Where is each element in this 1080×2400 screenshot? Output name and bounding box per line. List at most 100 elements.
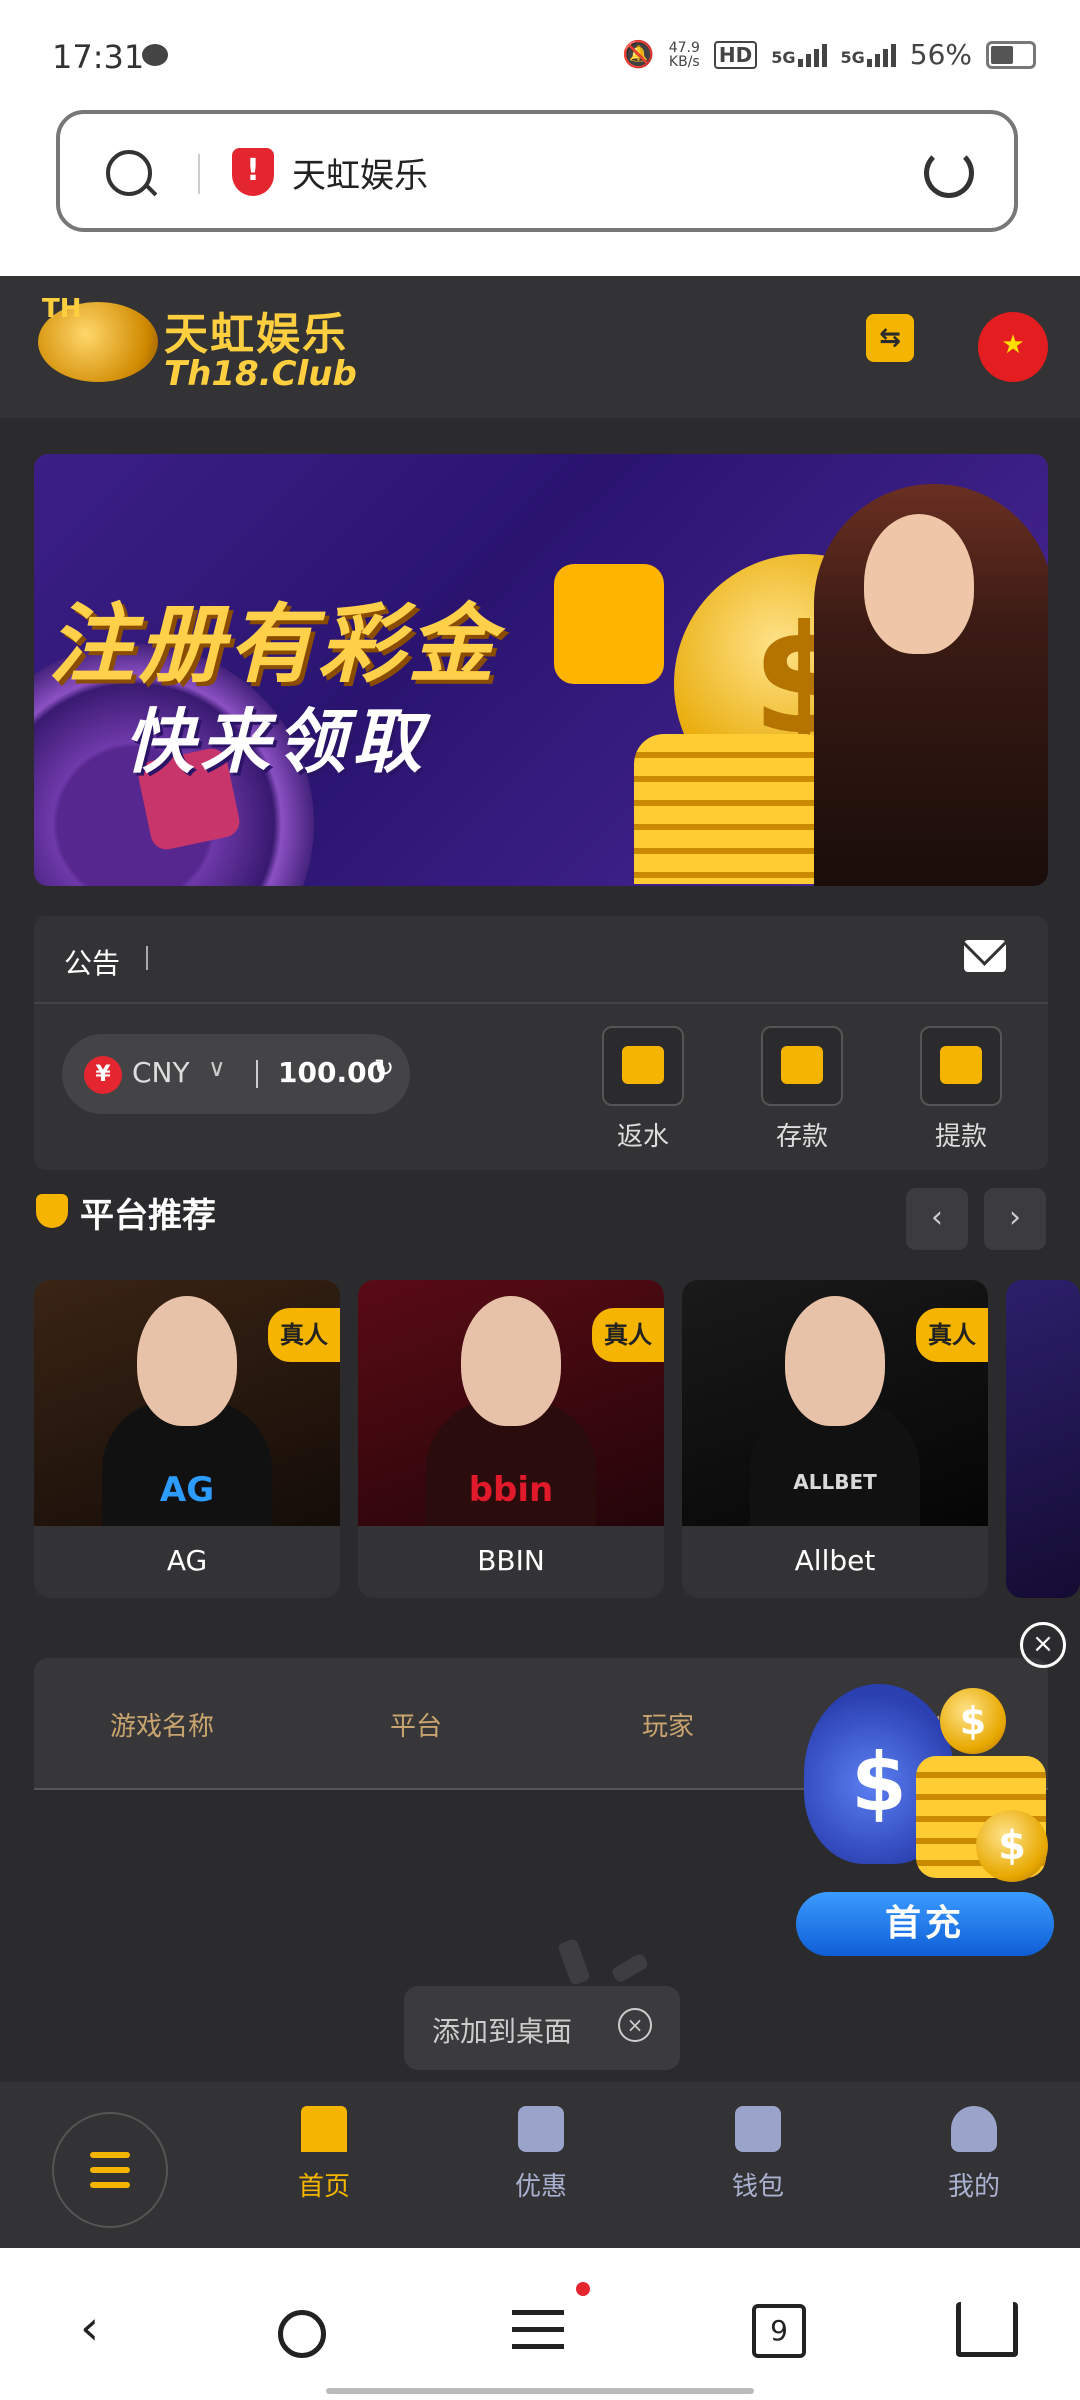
back-icon[interactable]: ‹: [80, 2300, 99, 2356]
mail-icon[interactable]: [964, 940, 1006, 972]
refresh-balance-icon[interactable]: ↻: [374, 1054, 394, 1082]
platform-section-title: 平台推荐: [80, 1196, 216, 1236]
security-warning-icon[interactable]: !: [232, 148, 274, 196]
withdraw-button[interactable]: [920, 1026, 1002, 1106]
battery-icon: [986, 40, 1036, 69]
announcement-bar[interactable]: 公告: [34, 916, 1048, 1002]
cny-currency-icon: ¥: [84, 1056, 122, 1094]
app-header: TH 天虹娱乐 Th18.Club ⇆ ★: [0, 276, 1080, 418]
withdraw-label[interactable]: 提款: [901, 1116, 1021, 1153]
deposit-icon: [781, 1046, 823, 1084]
withdraw-icon: [940, 1046, 982, 1084]
column-platform: 平台: [390, 1712, 443, 1742]
coin-stack-graphic: [634, 734, 834, 884]
banner-headline: 注册有彩金: [48, 595, 498, 695]
status-bar: 17:31 🔕 47.9 KB/s HD 5G 5G 56%: [0, 0, 1080, 105]
nav-wallet-label: 钱包: [731, 2172, 784, 2202]
column-player: 玩家: [642, 1712, 695, 1742]
app-bottom-nav: 首页 优惠 钱包 我的: [0, 2082, 1080, 2248]
status-indicators: 🔕 47.9 KB/s HD 5G 5G 56%: [622, 38, 1036, 71]
mute-icon: 🔕: [622, 39, 655, 70]
signal-5g-icon-2: 5G: [841, 43, 896, 67]
carousel-next-button[interactable]: ›: [984, 1188, 1046, 1250]
rebate-button[interactable]: [602, 1026, 684, 1106]
search-icon-bottom[interactable]: [278, 2310, 326, 2358]
rebate-icon: [622, 1046, 664, 1084]
wallet-icon: [735, 2106, 781, 2152]
home-icon-bottom[interactable]: [956, 2302, 1018, 2357]
balance-divider: [256, 1060, 258, 1088]
app-content: TH 天虹娱乐 Th18.Club ⇆ ★ $ 注册有彩金 快来领取 公告 ¥ …: [0, 276, 1080, 2248]
banner-subheadline: 快来领取: [124, 701, 428, 783]
dealer-face: [785, 1296, 885, 1426]
search-icon[interactable]: [106, 150, 152, 196]
dollar-coin-icon-2: $: [976, 1810, 1048, 1882]
platform-card-bbin[interactable]: bbin 真人 BBIN: [358, 1280, 664, 1598]
address-bar[interactable]: ! 天虹娱乐: [56, 110, 1018, 232]
platform-name: Allbet: [794, 1544, 876, 1577]
live-badge: 真人: [268, 1308, 340, 1362]
gesture-bar[interactable]: [326, 2388, 754, 2394]
platform-card-ag[interactable]: AG 真人 AG: [34, 1280, 340, 1598]
language-flag-cn-icon[interactable]: ★: [978, 312, 1048, 382]
battery-percent: 56%: [909, 38, 972, 71]
logo-tag: TH: [42, 294, 82, 324]
nav-promotions-label: 优惠: [514, 2172, 567, 2202]
menu-icon[interactable]: [512, 2310, 564, 2349]
deposit-button[interactable]: [761, 1026, 843, 1106]
platform-card-partial[interactable]: [1006, 1280, 1080, 1598]
browser-bottom-bar: ‹ 9: [0, 2248, 1080, 2400]
hd-icon: HD: [713, 40, 758, 69]
platform-section-icon: [36, 1194, 68, 1228]
status-time: 17:31: [52, 38, 145, 76]
loading-spinner-icon: [557, 1937, 591, 1987]
tabs-count-button[interactable]: 9: [752, 2304, 806, 2358]
net-speed: 47.9 KB/s: [668, 39, 700, 70]
wallet-panel: ¥ CNY ∨ 100.00 ↻ 返水 存款 提款: [34, 1002, 1048, 1170]
currency-balance-pill[interactable]: ¥ CNY ∨ 100.00 ↻: [62, 1034, 410, 1114]
menu-button[interactable]: [52, 2112, 168, 2228]
live-badge: 真人: [916, 1308, 988, 1362]
rebate-label[interactable]: 返水: [583, 1116, 703, 1153]
deposit-label[interactable]: 存款: [742, 1116, 862, 1153]
gift-icon: [518, 2106, 564, 2152]
add-to-desktop-toast[interactable]: 添加到桌面 ×: [404, 1986, 680, 2070]
dealer-face: [461, 1296, 561, 1426]
model-face-graphic: [864, 514, 974, 654]
column-game-name: 游戏名称: [110, 1712, 215, 1742]
site-title[interactable]: 天虹娱乐: [292, 148, 428, 197]
platform-logo: ALLBET: [793, 1470, 877, 1494]
nav-home[interactable]: 首页: [264, 2106, 384, 2203]
user-icon: [951, 2106, 997, 2152]
nav-promotions[interactable]: 优惠: [481, 2106, 601, 2203]
brand-name-en: Th18.Club: [164, 354, 357, 394]
platform-name: BBIN: [477, 1544, 545, 1577]
dealer-face: [137, 1296, 237, 1426]
platform-logo: AG: [159, 1470, 215, 1510]
home-icon: [301, 2106, 347, 2152]
bonus-card-graphic: [554, 564, 664, 684]
nav-profile-label: 我的: [947, 2172, 1000, 2202]
close-promo-icon[interactable]: ×: [1020, 1622, 1066, 1668]
carousel-prev-button[interactable]: ‹: [906, 1188, 968, 1250]
promo-banner[interactable]: $ 注册有彩金 快来领取: [34, 454, 1048, 886]
toast-text[interactable]: 添加到桌面: [432, 2010, 572, 2050]
currency-code: CNY: [132, 1056, 190, 1089]
share-icon[interactable]: ⇆: [866, 314, 914, 362]
reload-icon[interactable]: [924, 148, 974, 198]
first-deposit-button[interactable]: 首充: [796, 1892, 1054, 1956]
platform-card-allbet[interactable]: ALLBET 真人 Allbet: [682, 1280, 988, 1598]
brand-name-cn: 天虹娱乐: [164, 309, 348, 360]
toast-close-icon[interactable]: ×: [618, 2008, 652, 2042]
nav-profile[interactable]: 我的: [914, 2106, 1034, 2203]
nav-wallet[interactable]: 钱包: [698, 2106, 818, 2203]
nav-home-label: 首页: [297, 2172, 350, 2202]
loading-spinner-segment: [610, 1952, 650, 1984]
platform-name: AG: [166, 1544, 208, 1577]
announcement-divider: [146, 946, 148, 970]
announcement-label: 公告: [64, 947, 121, 980]
chevron-down-icon[interactable]: ∨: [208, 1054, 226, 1082]
notification-dot: [576, 2282, 590, 2296]
address-divider: [198, 154, 200, 194]
signal-5g-icon: 5G: [771, 43, 827, 67]
